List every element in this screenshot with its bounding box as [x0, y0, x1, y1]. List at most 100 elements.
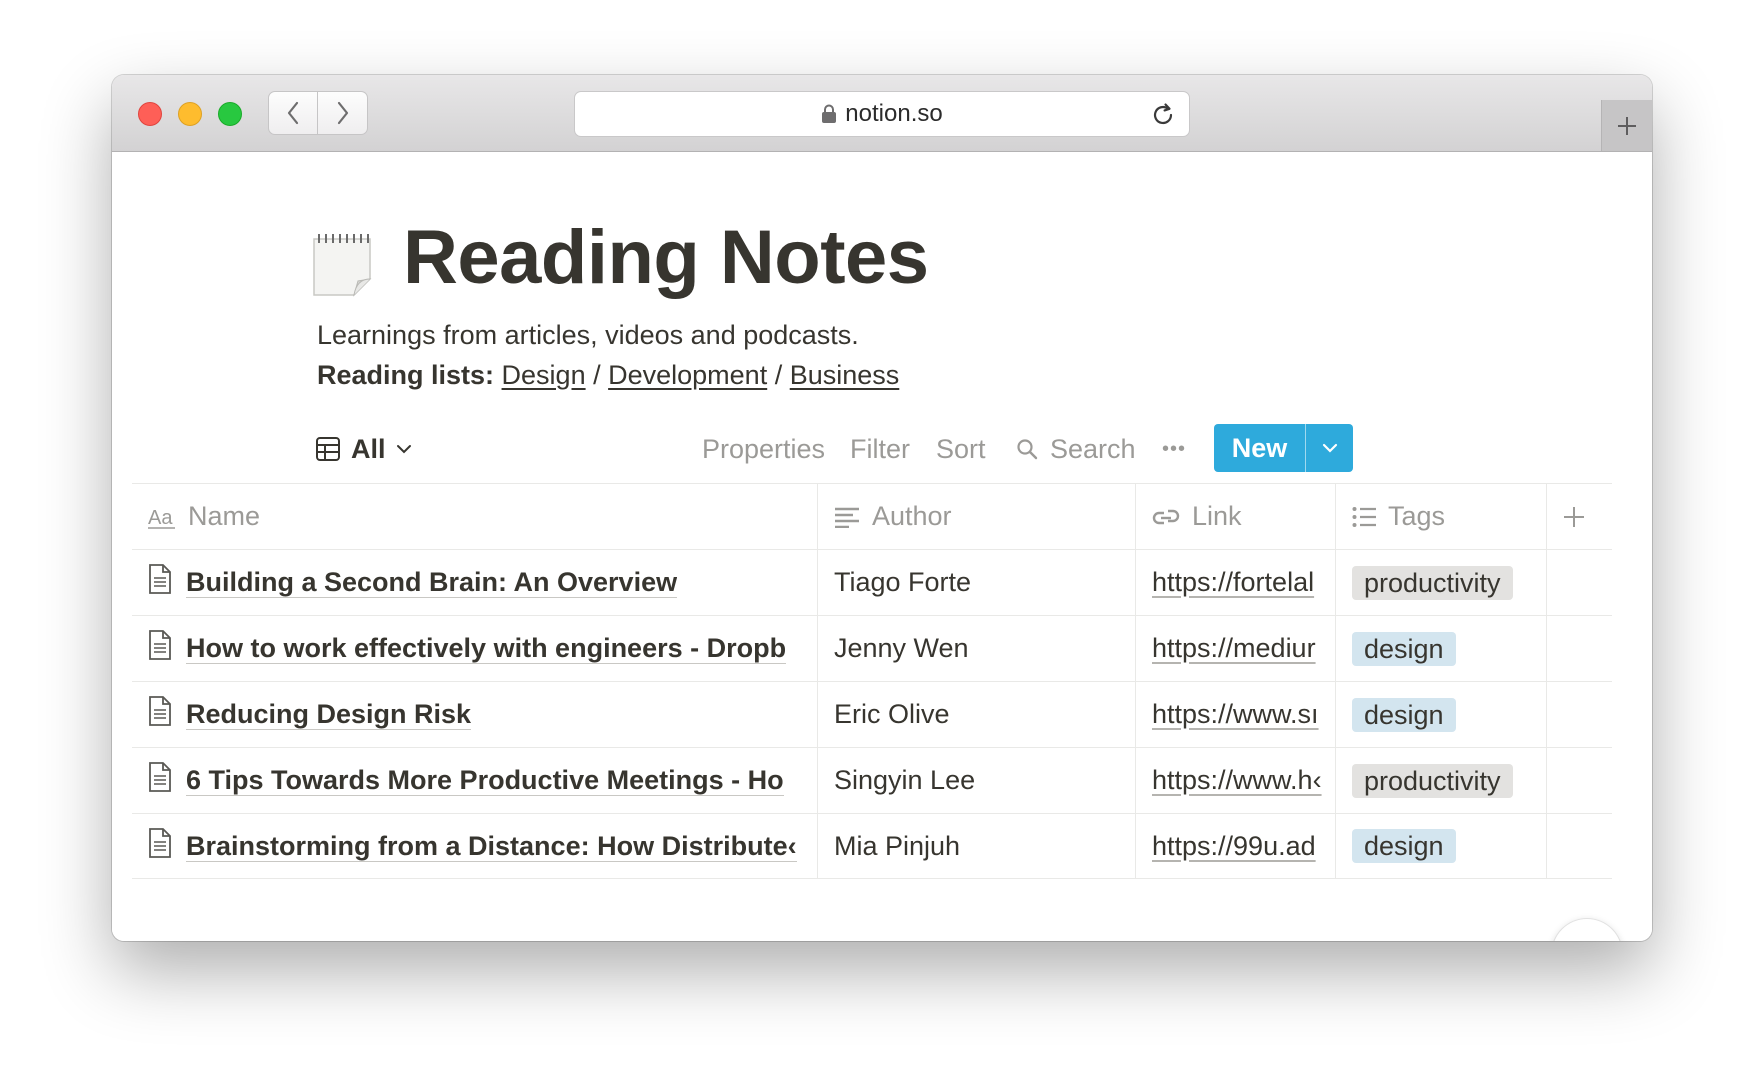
- empty-cell: [1547, 616, 1612, 681]
- view-selector[interactable]: All: [315, 429, 412, 469]
- link-cell[interactable]: https://www.sı: [1136, 682, 1336, 747]
- sort-button[interactable]: Sort: [936, 429, 986, 469]
- author-cell[interactable]: Jenny Wen: [818, 616, 1136, 681]
- name-cell[interactable]: Building a Second Brain: An Overview: [132, 550, 818, 615]
- table-row[interactable]: How to work effectively with engineers -…: [132, 615, 1612, 681]
- zoom-window-button[interactable]: [218, 102, 242, 126]
- author-text: Mia Pinjuh: [834, 830, 961, 861]
- new-button[interactable]: New: [1214, 424, 1306, 472]
- author-text: Singyin Lee: [834, 765, 976, 795]
- link-text[interactable]: https://mediur: [1152, 633, 1316, 664]
- search-icon: [1017, 439, 1038, 460]
- view-name: All: [351, 433, 386, 464]
- author-text: Jenny Wen: [834, 633, 969, 663]
- address-bar[interactable]: notion.so: [574, 91, 1190, 137]
- close-window-button[interactable]: [138, 102, 162, 126]
- reading-list-link-design[interactable]: Design: [502, 360, 586, 390]
- link-cell[interactable]: https://www.h‹: [1136, 748, 1336, 813]
- url-link-icon: [1152, 509, 1180, 524]
- plus-icon: [1563, 506, 1584, 527]
- plus-icon: [1618, 116, 1636, 135]
- page-document-icon: [148, 762, 172, 799]
- search-button[interactable]: Search: [1016, 429, 1136, 469]
- reading-list-link-development[interactable]: Development: [608, 360, 767, 390]
- more-options-button[interactable]: •••: [1162, 429, 1186, 469]
- row-title[interactable]: Reducing Design Risk: [186, 699, 472, 730]
- link-cell[interactable]: https://mediur: [1136, 616, 1336, 681]
- separator: /: [585, 360, 609, 390]
- page-title[interactable]: Reading Notes: [403, 214, 929, 301]
- author-cell[interactable]: Mia Pinjuh: [818, 814, 1136, 878]
- tags-cell[interactable]: design: [1336, 682, 1547, 747]
- name-cell[interactable]: 6 Tips Towards More Productive Meetings …: [132, 748, 818, 813]
- chevron-right-icon: [337, 101, 348, 125]
- notion-page: Reading Notes Learnings from articles, v…: [112, 152, 1652, 941]
- tag-pill: productivity: [1352, 763, 1513, 798]
- empty-cell: [1547, 814, 1612, 878]
- new-dropdown-button[interactable]: [1306, 424, 1353, 472]
- name-cell[interactable]: Brainstorming from a Distance: How Distr…: [132, 814, 818, 878]
- link-cell[interactable]: https://fortelal: [1136, 550, 1336, 615]
- minimize-window-button[interactable]: [178, 102, 202, 126]
- link-text[interactable]: https://www.h‹: [1152, 765, 1322, 796]
- column-header-author[interactable]: Author: [818, 484, 1136, 549]
- empty-cell: [1547, 550, 1612, 615]
- table-row[interactable]: 6 Tips Towards More Productive Meetings …: [132, 747, 1612, 813]
- reload-icon[interactable]: [1151, 101, 1175, 134]
- separator: /: [767, 360, 790, 390]
- page-description: Learnings from articles, videos and podc…: [317, 320, 859, 350]
- spiral-notepad-icon[interactable]: [308, 229, 378, 301]
- lock-icon: [821, 104, 837, 124]
- link-text[interactable]: https://fortelal: [1152, 567, 1314, 598]
- empty-cell: [1547, 748, 1612, 813]
- back-button[interactable]: [268, 91, 318, 135]
- tags-cell[interactable]: productivity: [1336, 550, 1547, 615]
- table-header: Aa Name Author Link Tags: [132, 483, 1612, 549]
- reading-lists-line: Reading lists: Design / Development / Bu…: [317, 360, 899, 391]
- filter-button[interactable]: Filter: [850, 429, 910, 469]
- page-document-icon: [148, 564, 172, 601]
- browser-toolbar: notion.so: [112, 75, 1652, 152]
- tags-cell[interactable]: productivity: [1336, 748, 1547, 813]
- author-cell[interactable]: Singyin Lee: [818, 748, 1136, 813]
- tags-cell[interactable]: design: [1336, 616, 1547, 681]
- url-text: notion.so: [845, 100, 943, 127]
- table-row[interactable]: Building a Second Brain: An Overview Tiag…: [132, 549, 1612, 615]
- author-cell[interactable]: Tiago Forte: [818, 550, 1136, 615]
- properties-button[interactable]: Properties: [702, 429, 825, 469]
- row-title[interactable]: Building a Second Brain: An Overview: [186, 567, 678, 598]
- name-cell[interactable]: How to work effectively with engineers -…: [132, 616, 818, 681]
- reading-list-link-business[interactable]: Business: [790, 360, 900, 390]
- link-text[interactable]: https://www.sı: [1152, 699, 1319, 730]
- database-table: Aa Name Author Link Tags Building a Seco…: [132, 483, 1612, 879]
- table-row[interactable]: Brainstorming from a Distance: How Distr…: [132, 813, 1612, 879]
- row-title[interactable]: 6 Tips Towards More Productive Meetings …: [186, 765, 784, 796]
- help-button[interactable]: ?: [1552, 919, 1622, 941]
- tag-pill: design: [1352, 631, 1456, 666]
- table-row[interactable]: Reducing Design Risk Eric Olive https://ww…: [132, 681, 1612, 747]
- link-text[interactable]: https://99u.ad: [1152, 831, 1316, 862]
- svg-text:Aa: Aa: [148, 507, 173, 529]
- add-property-button[interactable]: [1547, 484, 1612, 549]
- column-header-name[interactable]: Aa Name: [132, 484, 818, 549]
- link-cell[interactable]: https://99u.ad: [1136, 814, 1336, 878]
- new-button-group: New: [1214, 424, 1353, 472]
- author-cell[interactable]: Eric Olive: [818, 682, 1136, 747]
- chevron-left-icon: [287, 101, 299, 125]
- chevron-down-icon: [1322, 443, 1337, 453]
- column-header-link[interactable]: Link: [1136, 484, 1336, 549]
- reading-lists-label: Reading lists:: [317, 360, 495, 390]
- row-title[interactable]: Brainstorming from a Distance: How Distr…: [186, 831, 797, 862]
- forward-button[interactable]: [318, 91, 368, 135]
- tag-pill: design: [1352, 829, 1456, 863]
- new-tab-button[interactable]: [1601, 100, 1652, 151]
- screen: notion.so Reading Notes Learnings from a…: [0, 0, 1760, 1088]
- tag-pill: design: [1352, 697, 1456, 732]
- tag-pill: productivity: [1352, 565, 1513, 600]
- column-header-tags[interactable]: Tags: [1336, 484, 1547, 549]
- author-text: Eric Olive: [834, 699, 950, 729]
- table-view-icon: [316, 437, 340, 461]
- tags-cell[interactable]: design: [1336, 814, 1547, 878]
- row-title[interactable]: How to work effectively with engineers -…: [186, 633, 787, 664]
- name-cell[interactable]: Reducing Design Risk: [132, 682, 818, 747]
